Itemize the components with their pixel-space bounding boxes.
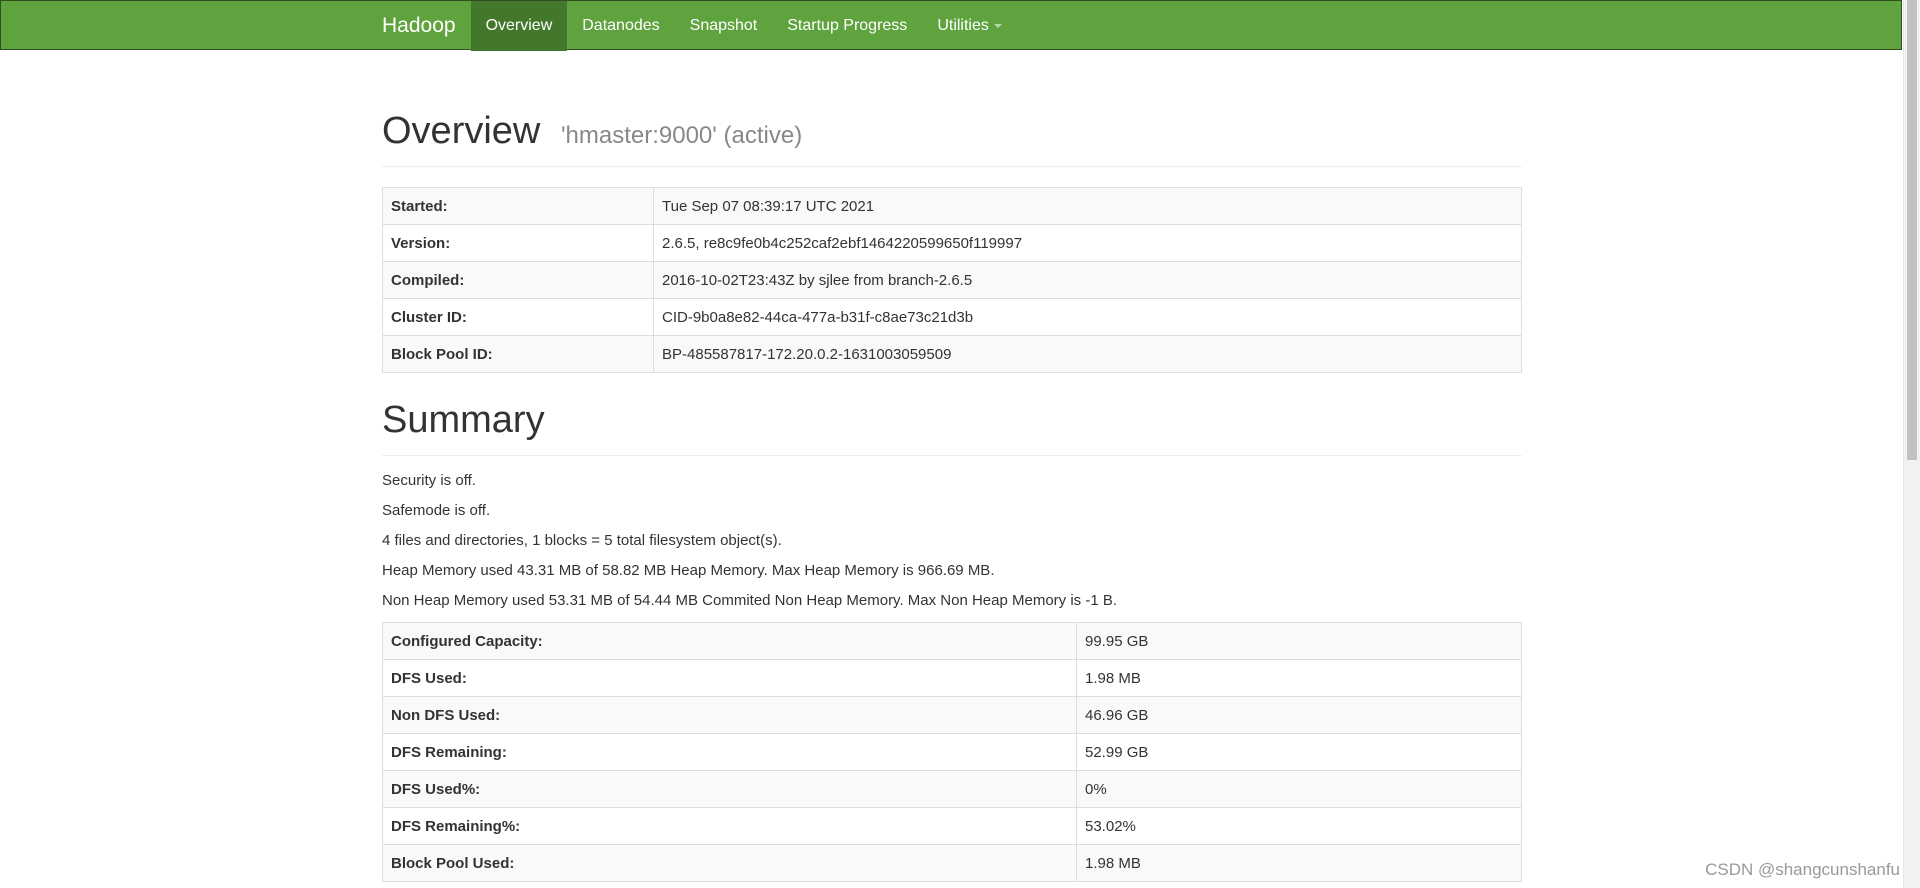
row-value: 2016-10-02T23:43Z by sjlee from branch-2… <box>653 261 1522 299</box>
nav-item-snapshot[interactable]: Snapshot <box>675 1 773 51</box>
table-row: DFS Used%: 0% <box>382 770 1522 808</box>
overview-table: Started: Tue Sep 07 08:39:17 UTC 2021 Ve… <box>382 187 1522 373</box>
row-label: Version: <box>382 224 654 262</box>
row-label: Block Pool ID: <box>382 335 654 373</box>
main-container: Overview 'hmaster:9000' (active) Started… <box>382 50 1522 882</box>
summary-title: Summary <box>382 399 545 441</box>
row-value: 1.98 MB <box>1076 659 1522 697</box>
table-row: DFS Used: 1.98 MB <box>382 659 1522 697</box>
row-label: Compiled: <box>382 261 654 299</box>
row-label: DFS Remaining%: <box>382 807 1077 845</box>
scrollbar-thumb[interactable] <box>1907 0 1917 460</box>
filesystem-objects: 4 files and directories, 1 blocks = 5 to… <box>382 532 782 549</box>
row-value: Tue Sep 07 08:39:17 UTC 2021 <box>653 187 1522 225</box>
summary-lines: Security is off. Safemode is off. 4 file… <box>382 466 1522 616</box>
top-navbar: Hadoop Overview Datanodes Snapshot Start… <box>0 0 1902 51</box>
overview-header: Overview 'hmaster:9000' (active) <box>382 110 1522 167</box>
row-value: 53.02% <box>1076 807 1522 845</box>
row-value: 0% <box>1076 770 1522 808</box>
brand-link[interactable]: Hadoop <box>367 1 471 51</box>
table-row: Configured Capacity: 99.95 GB <box>382 622 1522 660</box>
row-label: Cluster ID: <box>382 298 654 336</box>
heap-memory: Heap Memory used 43.31 MB of 58.82 MB He… <box>382 562 995 579</box>
nav-item-utilities[interactable]: Utilities <box>922 1 1017 51</box>
table-row: Non DFS Used: 46.96 GB <box>382 696 1522 734</box>
table-row: DFS Remaining: 52.99 GB <box>382 733 1522 771</box>
overview-title-text: Overview <box>382 110 541 152</box>
row-value: CID-9b0a8e82-44ca-477a-b31f-c8ae73c21d3b <box>653 298 1522 336</box>
nav-item-overview[interactable]: Overview <box>470 1 568 51</box>
row-value: 1.98 MB <box>1076 844 1522 882</box>
table-row: Block Pool Used: 1.98 MB <box>382 844 1522 882</box>
row-value: 2.6.5, re8c9fe0b4c252caf2ebf146422059965… <box>653 224 1522 262</box>
row-value: 52.99 GB <box>1076 733 1522 771</box>
row-label: Non DFS Used: <box>382 696 1077 734</box>
table-row: Started: Tue Sep 07 08:39:17 UTC 2021 <box>382 187 1522 225</box>
overview-subtitle: 'hmaster:9000' (active) <box>560 122 803 149</box>
row-value: 99.95 GB <box>1076 622 1522 660</box>
table-row: Compiled: 2016-10-02T23:43Z by sjlee fro… <box>382 261 1522 299</box>
summary-header: Summary <box>382 399 1522 456</box>
row-label: Configured Capacity: <box>382 622 1077 660</box>
row-label: Block Pool Used: <box>382 844 1077 882</box>
table-row: DFS Remaining%: 53.02% <box>382 807 1522 845</box>
overview-title: Overview 'hmaster:9000' (active) <box>382 110 802 153</box>
row-value: BP-485587817-172.20.0.2-1631003059509 <box>653 335 1522 373</box>
caret-down-icon <box>993 24 1002 28</box>
security-status: Security is off. <box>382 472 476 489</box>
row-label: DFS Used%: <box>382 770 1077 808</box>
navbar-inner: Hadoop Overview Datanodes Snapshot Start… <box>367 1 1017 51</box>
vertical-scrollbar[interactable] <box>1903 0 1920 888</box>
nav-item-utilities-label: Utilities <box>937 17 989 34</box>
row-label: DFS Remaining: <box>382 733 1077 771</box>
row-label: DFS Used: <box>382 659 1077 697</box>
summary-table: Configured Capacity: 99.95 GB DFS Used: … <box>382 622 1522 882</box>
nav-item-startup-progress[interactable]: Startup Progress <box>772 1 922 51</box>
safemode-status: Safemode is off. <box>382 502 491 519</box>
table-row: Cluster ID: CID-9b0a8e82-44ca-477a-b31f-… <box>382 298 1522 336</box>
row-label: Started: <box>382 187 654 225</box>
nav-item-datanodes[interactable]: Datanodes <box>567 1 674 51</box>
table-row: Version: 2.6.5, re8c9fe0b4c252caf2ebf146… <box>382 224 1522 262</box>
watermark: CSDN @shangcunshanfu <box>1705 860 1900 879</box>
table-row: Block Pool ID: BP-485587817-172.20.0.2-1… <box>382 335 1522 373</box>
non-heap-memory: Non Heap Memory used 53.31 MB of 54.44 M… <box>382 592 1118 609</box>
row-value: 46.96 GB <box>1076 696 1522 734</box>
